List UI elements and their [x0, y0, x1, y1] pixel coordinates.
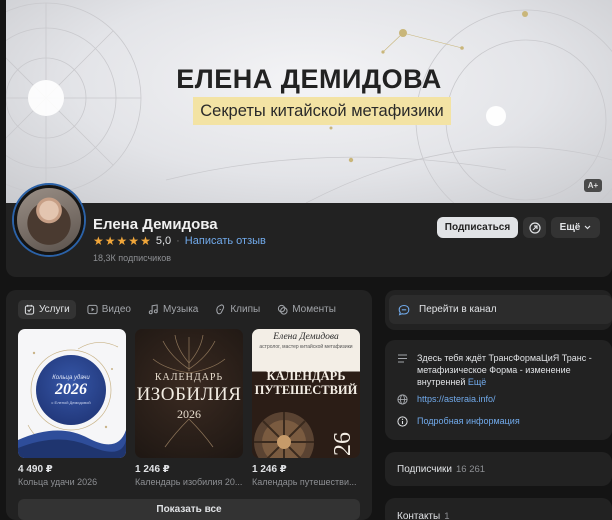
go-to-channel-button[interactable]: Перейти в канал	[389, 295, 612, 324]
info-icon	[397, 416, 408, 427]
chat-icon	[398, 304, 410, 315]
channel-label: Перейти в канал	[419, 304, 497, 315]
tab-video[interactable]: Видео	[81, 300, 137, 319]
product-list: Кольца удачи 2026 с Еленой Демидовой 4 4…	[18, 329, 360, 487]
product-image[interactable]: Елена Демидова астролог, мастер китайско…	[252, 329, 360, 458]
details-row: Подробная информация	[397, 416, 520, 427]
product-image[interactable]: КАЛЕНДАРЬ ИЗОБИЛИЯ 2026	[135, 329, 243, 458]
tab-label: Музыка	[162, 304, 199, 315]
tab-label: Моменты	[292, 304, 336, 315]
description-text: Здесь тебя ждёт ТрансФормаЦиЯ Транс - ме…	[417, 353, 592, 387]
description-row: Здесь тебя ждёт ТрансФормаЦиЯ Транс - ме…	[397, 352, 602, 388]
clips-icon	[216, 304, 225, 315]
show-all-button[interactable]: Показать все	[18, 499, 360, 520]
art-line: 2026	[55, 381, 87, 398]
tab-services[interactable]: Услуги	[18, 300, 76, 319]
art-line: КАЛЕНДАРЬ ПУТЕШЕСТВИЙ	[254, 369, 358, 397]
contacts-count: 1	[444, 511, 450, 520]
rating-row: ★ ★ ★ ★ ★ 5,0 · Написать отзыв	[93, 235, 266, 247]
cover-title: ЕЛЕНА ДЕМИДОВА	[176, 64, 442, 94]
chevron-down-icon	[584, 225, 591, 230]
contacts-label: Контакты	[397, 511, 441, 520]
star-icon: ★	[93, 234, 104, 248]
contacts-summary[interactable]: Контакты 1	[397, 511, 450, 520]
cover-subtitle: Секреты китайской метафизики	[193, 97, 451, 125]
product-art-disc: Кольца удачи 2026 с Еленой Демидовой	[36, 355, 106, 425]
website-row: https://asteraia.info/	[397, 394, 496, 405]
write-review-link[interactable]: Написать отзыв	[185, 235, 266, 247]
cover-banner: ЕЛЕНА ДЕМИДОВА Секреты китайской метафиз…	[6, 0, 612, 203]
subscribers-summary[interactable]: Подписчики 16 261	[397, 464, 485, 475]
tab-music[interactable]: Музыка	[142, 300, 204, 319]
more-label: Ещё	[559, 222, 581, 233]
leaves-decoration	[152, 334, 226, 448]
product-price: 4 490 ₽	[18, 464, 53, 475]
details-link[interactable]: Подробная информация	[417, 416, 520, 426]
art-line: астролог, мастер китайской метафизики	[259, 344, 353, 350]
subscriber-count: 18,3К подписчиков	[93, 253, 172, 263]
gifts-button[interactable]	[523, 217, 546, 238]
rating-value: 5,0	[155, 235, 172, 247]
video-icon	[87, 304, 98, 315]
subscribe-button[interactable]: Подписаться	[437, 217, 518, 238]
wave-decoration	[18, 430, 126, 458]
accessibility-badge[interactable]: A+	[584, 179, 602, 192]
art-line: Елена Демидова	[273, 332, 339, 342]
profile-name: Елена Демидова	[93, 216, 218, 233]
globe-icon	[397, 394, 408, 405]
subscribers-label: Подписчики	[397, 464, 453, 475]
star-icon: ★	[104, 234, 116, 248]
dial-decoration	[254, 412, 314, 458]
product-image[interactable]: Кольца удачи 2026 с Еленой Демидовой	[18, 329, 126, 458]
art-line: с Еленой Демидовой	[51, 400, 91, 405]
subscribers-count: 16 261	[456, 464, 486, 475]
tab-label: Услуги	[39, 304, 70, 315]
arrow-circle-icon	[528, 221, 541, 234]
music-icon	[148, 304, 158, 315]
more-button[interactable]: Ещё	[551, 217, 600, 238]
product-name[interactable]: Календарь путешестви...	[252, 477, 360, 487]
product-price: 1 246 ₽	[135, 464, 170, 475]
website-link[interactable]: https://asteraia.info/	[417, 394, 496, 404]
art-line: 26	[330, 432, 356, 456]
star-icon: ★	[116, 234, 128, 248]
star-icon: ★	[128, 234, 140, 248]
star-icon: ★	[140, 234, 151, 248]
product-name[interactable]: Кольца удачи 2026	[18, 477, 126, 487]
description-more-link[interactable]: Ещё	[468, 377, 486, 387]
product-card[interactable]: Елена Демидова астролог, мастер китайско…	[252, 329, 360, 487]
separator: ·	[176, 235, 180, 247]
tab-label: Видео	[101, 304, 131, 315]
text-lines-icon	[398, 354, 407, 363]
tab-clips[interactable]: Клипы	[209, 300, 266, 319]
content-tabs: Услуги Видео Музыка Клипы Моменты	[18, 300, 347, 319]
services-icon	[24, 304, 35, 315]
product-card[interactable]: КАЛЕНДАРЬ ИЗОБИЛИЯ 2026 1 246 ₽ Календар…	[135, 329, 243, 487]
moments-icon	[278, 304, 288, 315]
product-card[interactable]: Кольца удачи 2026 с Еленой Демидовой 4 4…	[18, 329, 126, 487]
avatar[interactable]	[14, 185, 84, 255]
product-name[interactable]: Календарь изобилия 20...	[135, 477, 243, 487]
product-price: 1 246 ₽	[252, 464, 287, 475]
tab-label: Клипы	[230, 304, 261, 315]
tab-moments[interactable]: Моменты	[271, 300, 342, 319]
